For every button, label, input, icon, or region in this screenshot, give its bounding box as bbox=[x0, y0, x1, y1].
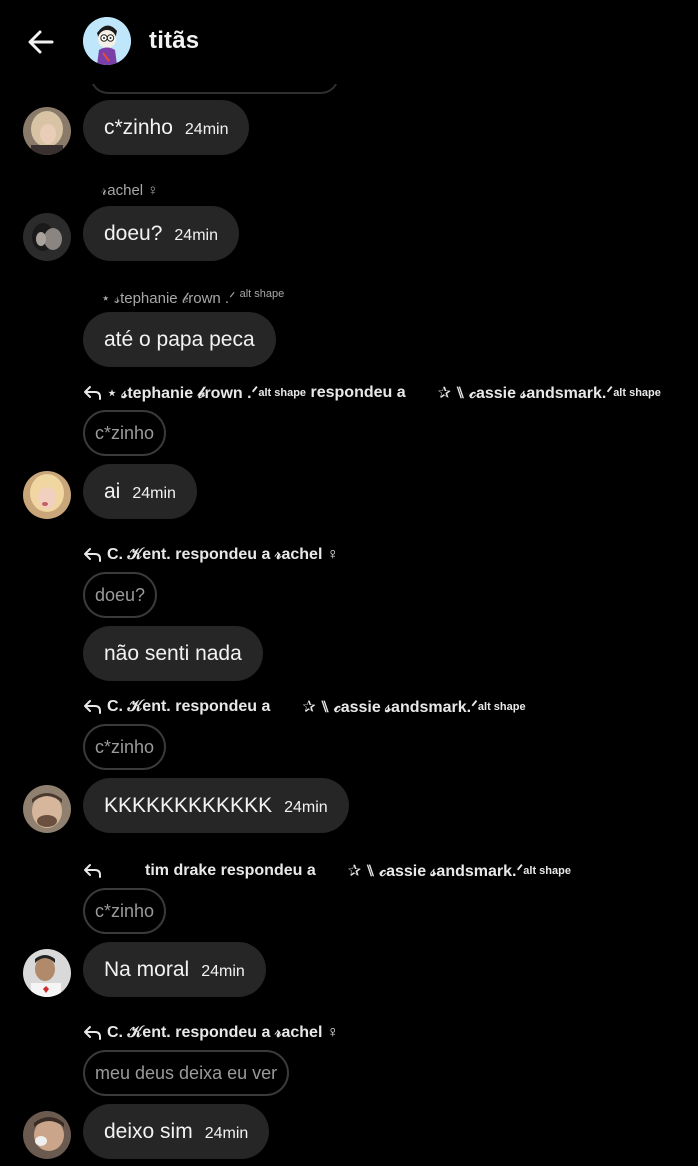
quoted-message[interactable]: c*zinho bbox=[83, 888, 167, 934]
quoted-message[interactable]: doeu? bbox=[83, 572, 158, 618]
message-text: KKKKKKKKKKKK bbox=[104, 793, 273, 817]
message-bubble[interactable]: KKKKKKKKKKKK 24min bbox=[83, 778, 349, 833]
reply-header: C. 𝒦ent. respondeu a ✰ ⑊ 𝒸assie 𝓈andsmar… bbox=[83, 696, 526, 718]
reply-arrow-icon bbox=[84, 386, 101, 400]
reply-arrow-icon bbox=[84, 548, 101, 562]
back-arrow-icon[interactable] bbox=[22, 22, 62, 62]
reply-arrow-icon bbox=[84, 1026, 101, 1040]
message-time: 24min bbox=[132, 485, 176, 502]
chat-header: titãs bbox=[0, 0, 698, 84]
message-time: 24min bbox=[184, 121, 229, 138]
message-time: 24min bbox=[201, 963, 245, 980]
message-bubble[interactable]: até o papa peca bbox=[83, 312, 276, 367]
message-bubble[interactable]: não senti nada bbox=[83, 626, 263, 681]
reply-header: ⋆ 𝓈tephanie 𝒷rown .ᐟ alt shape respondeu … bbox=[83, 382, 661, 404]
avatar[interactable] bbox=[23, 107, 71, 155]
message-bubble[interactable]: ai 24min bbox=[83, 464, 197, 519]
reply-arrow-icon bbox=[84, 700, 101, 714]
message-time: 24min bbox=[174, 227, 218, 244]
message-text: doeu? bbox=[104, 221, 163, 245]
quoted-message[interactable]: meu deus deixa eu ver bbox=[83, 1050, 290, 1096]
message-bubble[interactable]: c*zinho 24min bbox=[83, 100, 250, 155]
avatar[interactable] bbox=[23, 1111, 71, 1159]
chat-title: titãs bbox=[149, 27, 200, 54]
message-text: até o papa peca bbox=[104, 327, 255, 351]
avatar[interactable] bbox=[23, 785, 71, 833]
avatar[interactable] bbox=[23, 213, 71, 261]
quoted-message[interactable]: c*zinho bbox=[83, 410, 167, 456]
message-bubble[interactable]: doeu? 24min bbox=[83, 206, 239, 261]
message-text: não senti nada bbox=[104, 641, 242, 665]
reply-header: C. 𝒦ent. respondeu a 𝓇achel ♀ bbox=[83, 1022, 339, 1044]
sender-name: 𝓇achel ♀ bbox=[101, 182, 159, 199]
avatar[interactable] bbox=[23, 471, 71, 519]
message-text: Na moral bbox=[104, 957, 190, 981]
message-bubble[interactable]: deixo sim 24min bbox=[83, 1104, 270, 1159]
quoted-message[interactable]: c*zinho bbox=[83, 724, 167, 770]
reply-arrow-icon bbox=[84, 864, 101, 878]
group-avatar[interactable] bbox=[83, 17, 131, 65]
reply-header: C. 𝒦ent. respondeu a 𝓇achel ♀ bbox=[83, 544, 339, 566]
message-text: deixo sim bbox=[104, 1119, 193, 1143]
message-bubble[interactable]: Na moral 24min bbox=[83, 942, 266, 997]
sender-name: ⋆ 𝓈tephanie 𝒷rown .ᐟ alt shape bbox=[101, 288, 285, 307]
reply-header: tim drake respondeu a ✰ ⑊ 𝒸assie 𝓈andsma… bbox=[83, 860, 571, 882]
message-time: 24min bbox=[204, 1125, 249, 1142]
message-text: c*zinho bbox=[104, 115, 173, 139]
avatar[interactable] bbox=[23, 949, 71, 997]
message-text: ai bbox=[104, 479, 121, 503]
message-time: 24min bbox=[284, 799, 328, 816]
